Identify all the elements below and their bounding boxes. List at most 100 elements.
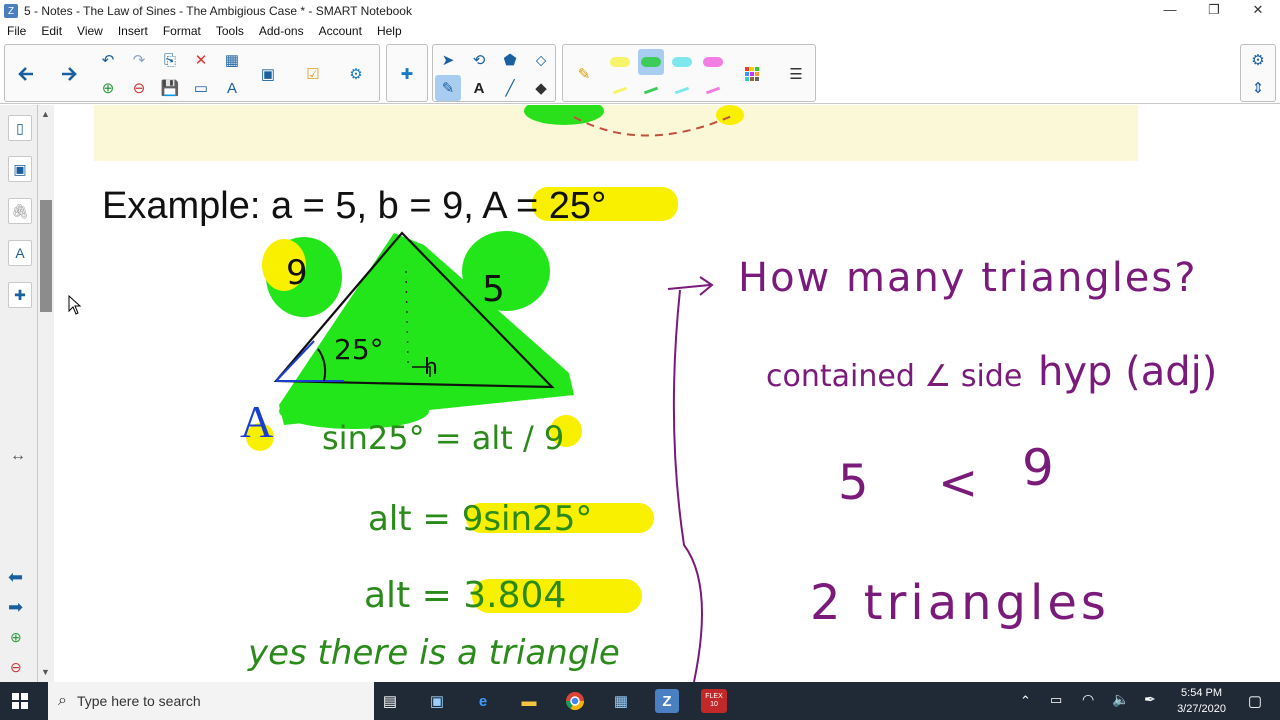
scroll-down-icon[interactable]: ▼	[41, 667, 50, 677]
next-page-icon[interactable]	[56, 61, 82, 87]
pen-cyan-swatch[interactable]	[669, 49, 695, 75]
smart-notebook-taskbar-icon[interactable]: Z	[655, 689, 679, 713]
pen-green-swatch[interactable]	[638, 49, 664, 75]
redo-icon[interactable]: ↷	[126, 47, 152, 73]
close-button[interactable]: ✕	[1236, 0, 1280, 22]
delete-page-icon[interactable]: ⊖	[126, 75, 152, 101]
scroll-up-icon[interactable]: ▲	[41, 109, 50, 119]
volume-icon[interactable]: 🔈	[1112, 691, 1129, 708]
taskbar-search-box[interactable]: ⌕ Type here to search	[48, 682, 374, 720]
menu-account[interactable]: Account	[312, 24, 370, 38]
eraser-tool-icon[interactable]: ◆	[528, 75, 554, 101]
flex-app-icon[interactable]: FLEX 10	[701, 689, 727, 713]
restore-button[interactable]: ❐	[1192, 0, 1236, 22]
text-tool-icon[interactable]: A	[466, 75, 492, 101]
table-icon[interactable]: ▦	[219, 47, 245, 73]
app-window-icon[interactable]: ▣	[425, 689, 449, 713]
vertical-scrollbar[interactable]: ▲ ▼	[38, 105, 54, 682]
menu-insert[interactable]: Insert	[111, 24, 156, 38]
menu-format[interactable]: Format	[156, 24, 209, 38]
menu-file[interactable]: File	[0, 24, 34, 38]
system-clock[interactable]: 5:54 PM 3/27/2020	[1177, 685, 1226, 717]
network-icon[interactable]: ◠	[1082, 691, 1094, 708]
mouse-cursor-icon	[68, 295, 82, 315]
equation-altitude-value: alt = 3.804	[364, 575, 567, 616]
properties-icon[interactable]: ☰	[783, 61, 809, 87]
clock-time: 5:54 PM	[1181, 687, 1223, 699]
toolbar-group-pens: ✎ ☰	[562, 44, 816, 102]
notebook-canvas[interactable]: Example: a = 5, b = 9, A = 25° 9 5 25° h…	[54, 105, 1280, 682]
text-recognition-icon[interactable]: A	[219, 75, 245, 101]
compare-right: 9	[1022, 439, 1054, 497]
side-a-label: 5	[482, 269, 505, 310]
paste-icon[interactable]: ⎘	[157, 47, 183, 73]
window-controls: — ❐ ✕	[1148, 0, 1280, 22]
task-view-icon[interactable]: ▤	[378, 689, 402, 713]
windows-start-icon[interactable]	[12, 693, 28, 709]
side-previous-icon[interactable]: ⬅	[8, 567, 23, 588]
settings-icon[interactable]: ⚙	[1245, 47, 1271, 73]
thin-yellow-swatch[interactable]	[607, 77, 633, 103]
screen-shade-icon[interactable]: ▭	[188, 75, 214, 101]
color-palette-icon[interactable]	[739, 61, 765, 87]
vertex-label: A	[240, 396, 274, 447]
thin-pink-swatch[interactable]	[700, 77, 726, 103]
pen-workspace-icon[interactable]: ✒	[1144, 691, 1156, 708]
response-icon[interactable]: ☑	[300, 61, 326, 87]
gallery-icon[interactable]: ▣	[8, 156, 32, 182]
example-statement: Example: a = 5, b = 9, A = 25°	[102, 185, 607, 227]
line-tool-icon[interactable]: ╱	[497, 75, 523, 101]
undo-icon[interactable]: ↶	[95, 47, 121, 73]
side-next-icon[interactable]: ➡	[8, 597, 23, 618]
thin-cyan-swatch[interactable]	[669, 77, 695, 103]
highlighter-icon[interactable]: ✎	[571, 61, 597, 87]
pen-yellow-swatch[interactable]	[607, 49, 633, 75]
page-sorter-icon[interactable]: ▯	[8, 115, 32, 141]
minimize-button[interactable]: —	[1148, 0, 1192, 22]
side-delete-page-icon[interactable]: ⊖	[10, 659, 22, 676]
attachments-icon[interactable]: 🖇	[8, 198, 32, 224]
equation-altitude: alt = 9sin25°	[368, 499, 593, 539]
fill-tool-icon[interactable]: ⬦	[528, 47, 554, 73]
select-tool-icon[interactable]: ➤	[435, 47, 461, 73]
scroll-thumb[interactable]	[40, 200, 52, 312]
pen-pink-swatch[interactable]	[700, 49, 726, 75]
equation-sine: sin25° = alt / 9	[322, 419, 565, 457]
clock-date: 3/27/2020	[1177, 703, 1226, 715]
chrome-browser-icon[interactable]	[563, 689, 587, 713]
previous-page-icon[interactable]	[13, 61, 39, 87]
magic-pen-icon[interactable]: ⟲	[466, 47, 492, 73]
menu-edit[interactable]: Edit	[34, 24, 70, 38]
resize-handle-icon[interactable]: ↔	[10, 447, 26, 465]
add-ons-icon[interactable]: ⚙	[343, 61, 369, 87]
pen-tool-icon[interactable]: ✎	[435, 75, 461, 101]
puzzle-icon[interactable]: ✚	[394, 61, 420, 87]
file-explorer-icon[interactable]: ▬	[517, 689, 541, 713]
notification-center-icon[interactable]: ▢	[1248, 692, 1262, 710]
menu-add-ons[interactable]: Add-ons	[252, 24, 312, 38]
shapes-tool-icon[interactable]: ⬟	[497, 47, 523, 73]
edge-browser-icon[interactable]: e	[471, 689, 495, 713]
height-label: h	[424, 355, 438, 380]
add-page-icon[interactable]: ⊕	[95, 75, 121, 101]
show-hidden-icons[interactable]: ⌃	[1020, 693, 1031, 709]
windows-taskbar: ⌕ Type here to search ▤ ▣ e ▬ ▦ Z FLEX 1…	[0, 682, 1280, 720]
menu-help[interactable]: Help	[370, 24, 410, 38]
add-ons-tab-icon[interactable]: ✚	[8, 282, 32, 308]
condition-hyp-adj: hyp (adj)	[1038, 349, 1218, 395]
side-add-page-icon[interactable]: ⊕	[10, 629, 22, 646]
toolbar-group-main: ↶ ↷ ⎘ ✕ ▦ ⊕ ⊖ 💾 ▭ A ▣ ☑ ⚙	[4, 44, 380, 102]
onedrive-icon[interactable]: ▭	[1050, 692, 1062, 708]
save-icon[interactable]: 💾	[157, 75, 183, 101]
document-camera-icon[interactable]: ▣	[255, 61, 281, 87]
properties-tab-icon[interactable]: A	[8, 240, 32, 266]
delete-icon[interactable]: ✕	[188, 47, 214, 73]
toolbar-position-icon[interactable]: ⇕	[1245, 75, 1271, 101]
compare-sign: <	[938, 455, 979, 511]
menu-view[interactable]: View	[70, 24, 111, 38]
thin-green-swatch[interactable]	[638, 77, 664, 103]
menu-tools[interactable]: Tools	[209, 24, 252, 38]
search-icon: ⌕	[58, 692, 67, 709]
toolbar-group-settings: ⚙ ⇕	[1240, 44, 1276, 102]
photos-app-icon[interactable]: ▦	[609, 689, 633, 713]
